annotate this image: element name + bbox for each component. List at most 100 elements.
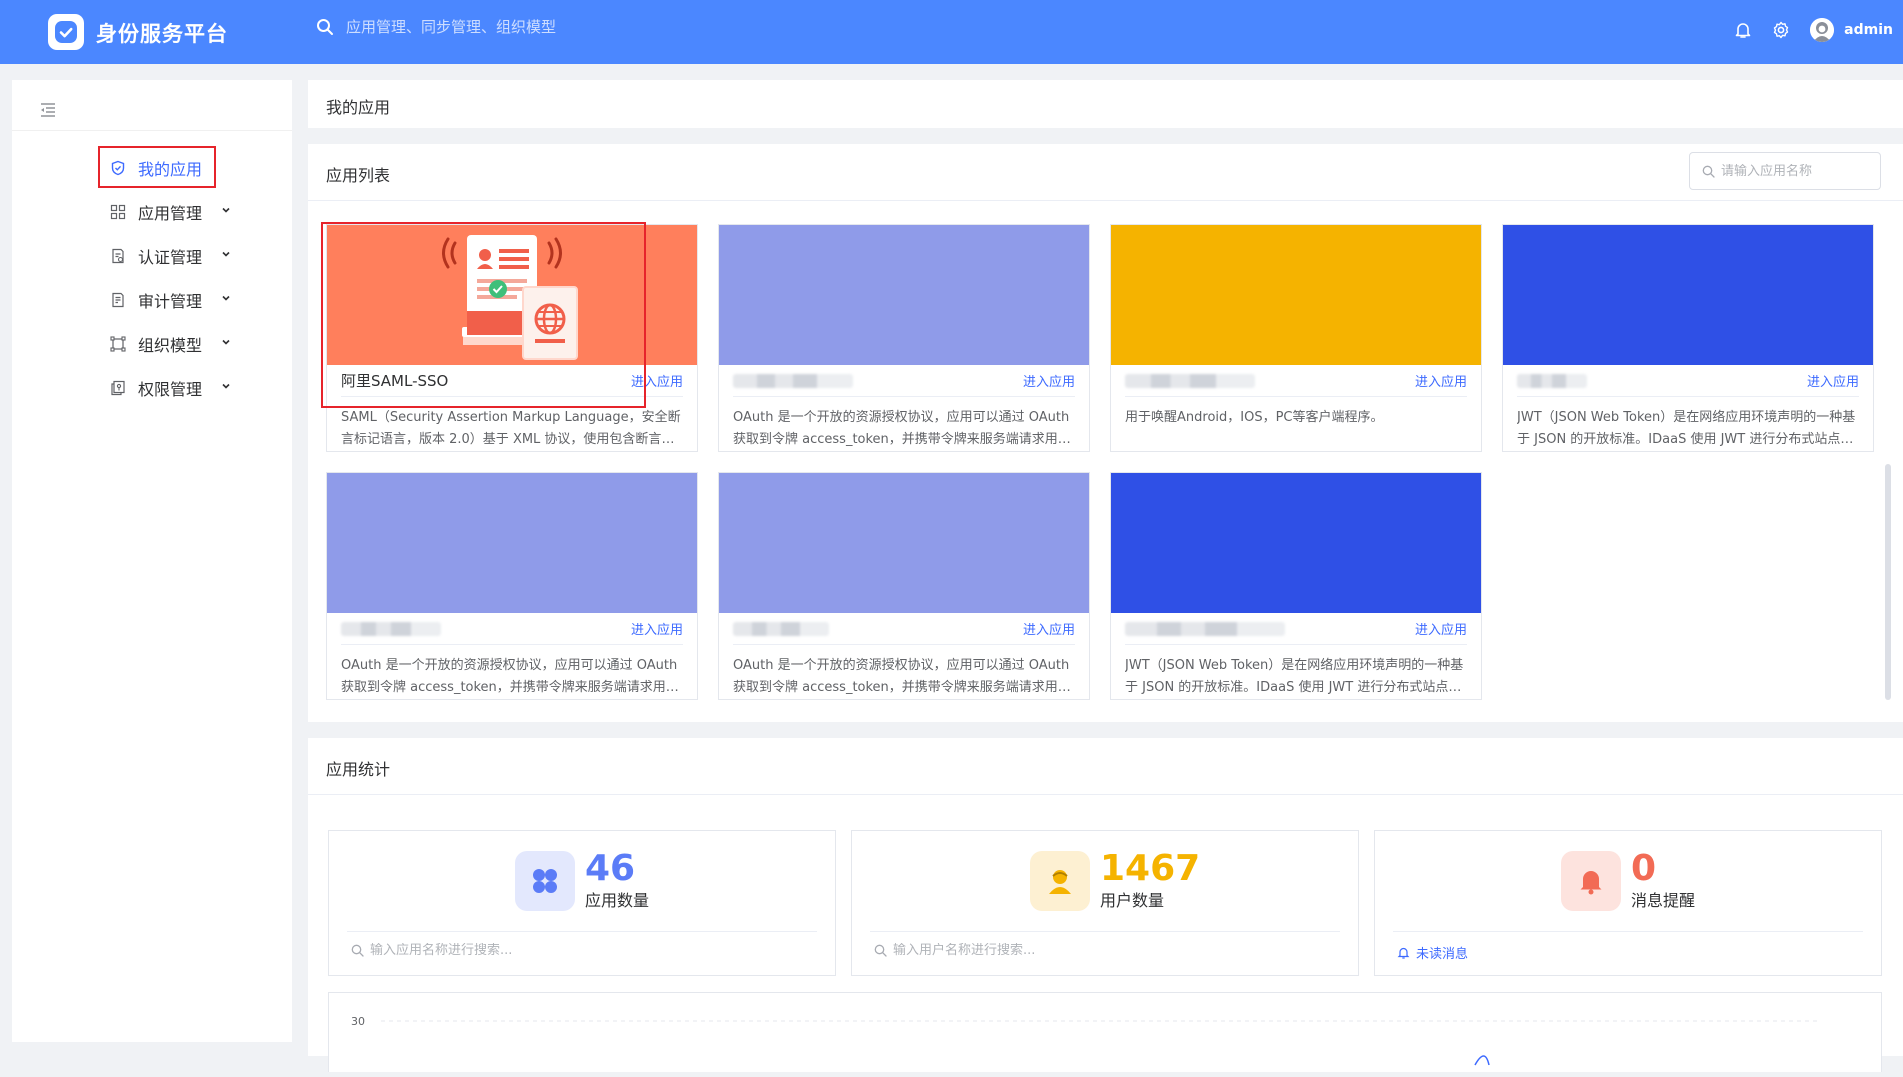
enter-app-link[interactable]: 进入应用 [1415, 371, 1467, 390]
sidebar-menu: 我的应用 应用管理 认证管理 审计管理 组织模型 权限管理 [98, 146, 308, 410]
section-divider [308, 794, 1903, 795]
app-card-cover [1111, 473, 1481, 613]
scrollbar-thumb[interactable] [1885, 464, 1891, 700]
user-menu[interactable]: admin [1810, 18, 1893, 42]
enter-app-link[interactable]: 进入应用 [1807, 371, 1859, 390]
app-name-redacted [733, 373, 853, 388]
y-tick-label: 30 [351, 1015, 365, 1028]
username: admin [1844, 22, 1893, 38]
stats-chart: 30 [328, 992, 1882, 1072]
stat-card-users: 1467 用户数量 [851, 830, 1359, 976]
search-icon [874, 944, 887, 957]
avatar [1810, 18, 1835, 42]
sidebar-item-permission-management[interactable]: 权限管理 [98, 366, 308, 410]
app-name: 阿里SAML-SSO [341, 372, 449, 390]
sidebar-divider [12, 130, 292, 131]
chevron-down-icon [222, 383, 230, 389]
app-search-input[interactable] [1721, 163, 1871, 179]
app-stat-search-input[interactable] [370, 943, 590, 958]
unread-messages-label[interactable]: 未读消息 [1416, 943, 1468, 962]
app-card-header: 进入应用 [341, 613, 683, 645]
sidebar-item-app-management[interactable]: 应用管理 [98, 190, 308, 234]
user-stat-search-input[interactable] [893, 943, 1113, 958]
enter-app-link[interactable]: 进入应用 [631, 371, 683, 390]
app-search-box[interactable] [1689, 152, 1881, 190]
app-card-cover [1111, 225, 1481, 365]
message-count-label: 消息提醒 [1631, 891, 1696, 910]
stat-card-apps: 46 应用数量 [328, 830, 836, 976]
app-name-redacted [341, 621, 441, 636]
app-card[interactable]: 进入应用 OAuth 是一个开放的资源授权协议，应用可以通过 OAuth 获取到… [326, 472, 698, 700]
app-name-redacted [1125, 373, 1255, 388]
user-count: 1467 [1100, 848, 1201, 889]
bell-icon [1561, 851, 1621, 911]
grid-icon [110, 204, 126, 220]
chevron-down-icon [222, 251, 230, 257]
app-name-redacted [733, 621, 829, 636]
app-description: OAuth 是一个开放的资源授权协议，应用可以通过 OAuth 获取到令牌 ac… [733, 658, 1071, 695]
app-list-panel: 应用列表 请输入应用名称 阿里SAML-SSO 进入应用 SAML（Securi… [308, 144, 1903, 722]
sidebar: 我的应用 应用管理 认证管理 审计管理 组织模型 权限管理 [12, 80, 292, 1042]
enter-app-link[interactable]: 进入应用 [631, 619, 683, 638]
copy-key-icon [111, 380, 125, 396]
app-card[interactable]: 进入应用 OAuth 是一个开放的资源授权协议，应用可以通过 OAuth 获取到… [718, 224, 1090, 452]
platform-title: 身份服务平台 [96, 22, 228, 46]
stat-card-messages: 0 消息提醒 未读消息 [1374, 830, 1882, 976]
sidebar-item-label: 应用管理 [138, 204, 203, 223]
app-name-redacted [1517, 373, 1587, 388]
app-card-header: 进入应用 [1125, 613, 1467, 645]
logo-icon[interactable] [48, 14, 84, 50]
sidebar-item-org-model[interactable]: 组织模型 [98, 322, 308, 366]
app-card[interactable]: 阿里SAML-SSO 进入应用 SAML（Security Assertion … [326, 224, 698, 452]
sidebar-item-my-apps[interactable]: 我的应用 [98, 146, 308, 190]
global-search[interactable] [316, 18, 746, 36]
app-card[interactable]: 进入应用 JWT（JSON Web Token）是在网络应用环境声明的一种基于 … [1502, 224, 1874, 452]
shield-check-icon [111, 160, 125, 176]
app-description: OAuth 是一个开放的资源授权协议，应用可以通过 OAuth 获取到令牌 ac… [341, 658, 679, 695]
app-card[interactable]: 进入应用 OAuth 是一个开放的资源授权协议，应用可以通过 OAuth 获取到… [718, 472, 1090, 700]
app-card-cover [1503, 225, 1873, 365]
app-card-header: 阿里SAML-SSO 进入应用 [341, 365, 683, 397]
doc-audit-icon [112, 292, 124, 308]
enter-app-link[interactable]: 进入应用 [1415, 619, 1467, 638]
message-count: 0 [1631, 848, 1657, 889]
stat-divider [870, 931, 1340, 932]
app-card[interactable]: 进入应用 JWT（JSON Web Token）是在网络应用环境声明的一种基于 … [1110, 472, 1482, 700]
app-card[interactable]: 进入应用 用于唤醒Android，IOS，PC等客户端程序。 [1110, 224, 1482, 452]
chart-svg: 30 [351, 1015, 1819, 1066]
search-icon [1702, 165, 1715, 178]
global-search-input[interactable] [346, 18, 746, 36]
app-card-header: 进入应用 [1125, 365, 1467, 397]
sidebar-item-audit-management[interactable]: 审计管理 [98, 278, 308, 322]
search-icon [351, 944, 364, 957]
enter-app-link[interactable]: 进入应用 [1023, 619, 1075, 638]
scrollbar[interactable] [1885, 224, 1891, 702]
app-description: JWT（JSON Web Token）是在网络应用环境声明的一种基于 JSON … [1517, 410, 1856, 447]
app-description: 用于唤醒Android，IOS，PC等客户端程序。 [1125, 410, 1384, 425]
bell-icon[interactable] [1734, 21, 1752, 39]
app-description: SAML（Security Assertion Markup Language，… [341, 410, 681, 447]
enter-app-link[interactable]: 进入应用 [1023, 371, 1075, 390]
bell-outline-icon [1397, 947, 1410, 959]
search-icon [317, 19, 333, 35]
app-card-cover [719, 225, 1089, 365]
sidebar-item-label: 组织模型 [138, 336, 203, 355]
sidebar-item-auth-management[interactable]: 认证管理 [98, 234, 308, 278]
user-stat-search[interactable] [874, 943, 1113, 958]
sidebar-item-label: 我的应用 [138, 160, 203, 179]
app-count-label: 应用数量 [585, 891, 650, 910]
sidebar-item-label: 审计管理 [138, 292, 203, 311]
collapse-menu-icon[interactable] [38, 100, 58, 120]
app-card-cover [327, 473, 697, 613]
chevron-down-icon [222, 339, 230, 345]
app-count: 46 [585, 848, 636, 889]
unread-messages-link[interactable]: 未读消息 [1397, 943, 1468, 962]
user-icon [1030, 851, 1090, 911]
series-line [1474, 1055, 1490, 1066]
app-name-redacted [1125, 621, 1285, 636]
gear-icon[interactable] [1772, 21, 1790, 39]
app-description: OAuth 是一个开放的资源授权协议，应用可以通过 OAuth 获取到令牌 ac… [733, 410, 1071, 447]
sidebar-item-label: 权限管理 [138, 380, 203, 399]
app-list-title: 应用列表 [326, 166, 391, 185]
app-stat-search[interactable] [351, 943, 590, 958]
